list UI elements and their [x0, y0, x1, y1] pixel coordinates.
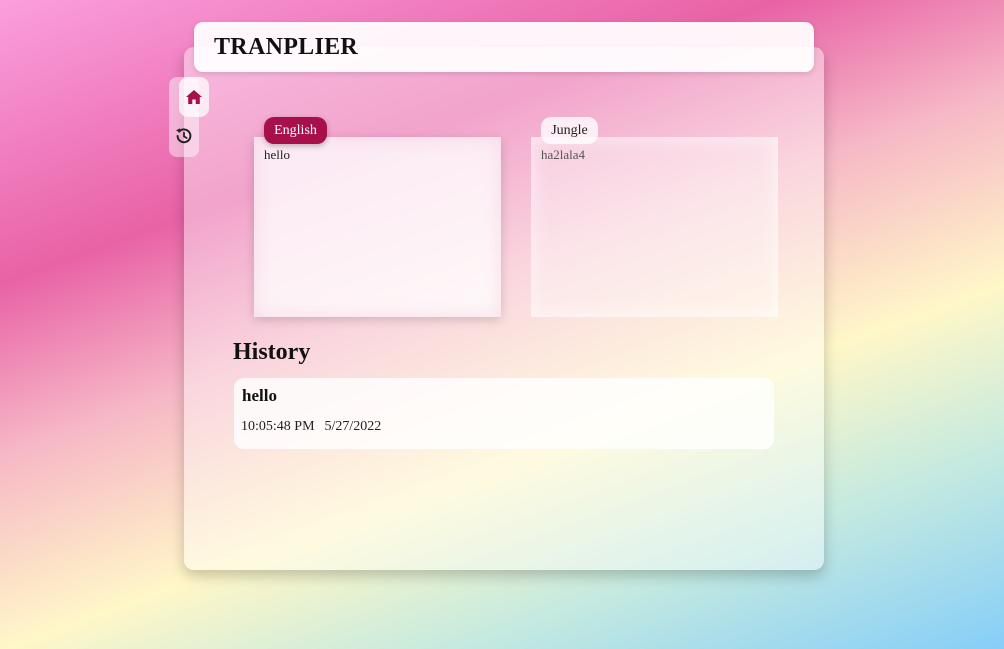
source-language-button[interactable]: English [264, 117, 327, 144]
home-icon [186, 90, 202, 104]
source-text-input[interactable]: hello [254, 137, 501, 317]
target-text-output[interactable]: ha2lala4 [531, 137, 778, 317]
app-title: TRANPLIER [214, 34, 359, 60]
history-entry[interactable]: hello 10:05:48 PM 5/27/2022 [234, 378, 774, 449]
history-entry-time: 10:05:48 PM [241, 419, 315, 434]
nav-home-button[interactable] [179, 77, 209, 117]
history-entry-date: 5/27/2022 [324, 419, 382, 434]
history-entry-meta: 10:05:48 PM 5/27/2022 [241, 419, 381, 435]
history-heading: History [233, 339, 311, 365]
history-entry-text: hello [242, 386, 277, 405]
target-language-button[interactable]: Jungle [541, 117, 598, 144]
app-header: TRANPLIER [194, 22, 814, 72]
nav-history-button[interactable] [169, 117, 199, 155]
side-nav [169, 77, 209, 157]
history-icon [176, 128, 192, 144]
